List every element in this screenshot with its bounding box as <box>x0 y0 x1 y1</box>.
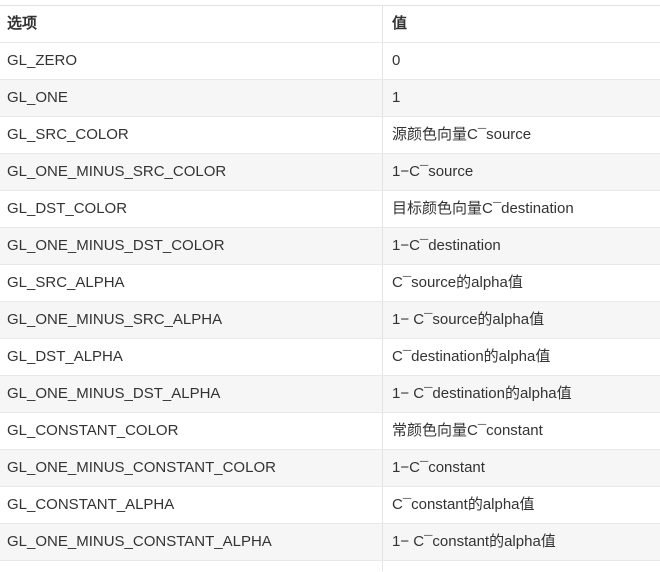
option-cell: GL_ONE_MINUS_CONSTANT_COLOR <box>0 450 383 486</box>
option-cell: GL_ONE_MINUS_DST_COLOR <box>0 228 383 264</box>
table-row: GL_ZERO 0 <box>0 43 660 80</box>
value-cell: 1− C¯constant的alpha值 <box>392 533 556 550</box>
table-row: GL_ONE_MINUS_SRC_ALPHA 1− C¯source的alpha值 <box>0 302 660 339</box>
blend-factor-table: 选项 值 GL_ZERO 0 GL_ONE 1 GL_SRC_COLOR 源颜色向量C¯s… <box>0 5 660 571</box>
value-cell: C¯constant的alpha值 <box>392 496 535 513</box>
table-header-row: 选项 值 <box>0 6 660 43</box>
option-cell: GL_DST_COLOR <box>0 191 383 227</box>
option-cell: GL_CONSTANT_ALPHA <box>0 487 383 523</box>
table-row: GL_CONSTANT_ALPHA C¯constant的alpha值 <box>0 487 660 524</box>
option-cell: GL_DST_ALPHA <box>0 339 383 375</box>
option-cell: GL_SRC_ALPHA <box>0 265 383 301</box>
value-cell: 1− C¯source的alpha值 <box>392 311 545 328</box>
table-tail <box>0 561 660 571</box>
option-cell: GL_ZERO <box>0 43 383 79</box>
table-row: GL_ONE_MINUS_SRC_COLOR 1−C¯source <box>0 154 660 191</box>
table-row: GL_ONE 1 <box>0 80 660 117</box>
value-cell: 1 <box>392 89 401 106</box>
table-row: GL_ONE_MINUS_CONSTANT_COLOR 1−C¯constant <box>0 450 660 487</box>
table-row: GL_DST_ALPHA C¯destination的alpha值 <box>0 339 660 376</box>
value-cell: 常颜色向量C¯constant <box>392 422 543 439</box>
value-cell: 1− C¯destination的alpha值 <box>392 385 572 402</box>
option-cell: GL_SRC_COLOR <box>0 117 383 153</box>
value-cell: 源颜色向量C¯source <box>392 126 532 143</box>
header-option: 选项 <box>0 6 383 42</box>
value-cell: C¯destination的alpha值 <box>392 348 551 365</box>
value-cell: 0 <box>392 52 401 69</box>
option-cell: GL_ONE <box>0 80 383 116</box>
table-row: GL_ONE_MINUS_CONSTANT_ALPHA 1− C¯constant… <box>0 524 660 561</box>
value-cell: 1−C¯constant <box>392 459 485 476</box>
value-cell: 1−C¯source <box>392 163 474 180</box>
table-row: GL_DST_COLOR 目标颜色向量C¯destination <box>0 191 660 228</box>
option-cell: GL_CONSTANT_COLOR <box>0 413 383 449</box>
table-row: GL_SRC_COLOR 源颜色向量C¯source <box>0 117 660 154</box>
value-cell: 目标颜色向量C¯destination <box>392 200 574 217</box>
value-cell: C¯source的alpha值 <box>392 274 523 291</box>
value-cell: 1−C¯destination <box>392 237 501 254</box>
option-cell: GL_ONE_MINUS_SRC_ALPHA <box>0 302 383 338</box>
option-cell: GL_ONE_MINUS_SRC_COLOR <box>0 154 383 190</box>
table-body: GL_ZERO 0 GL_ONE 1 GL_SRC_COLOR 源颜色向量C¯source… <box>0 43 660 561</box>
option-cell: GL_ONE_MINUS_DST_ALPHA <box>0 376 383 412</box>
table-row: GL_CONSTANT_COLOR 常颜色向量C¯constant <box>0 413 660 450</box>
option-cell: GL_ONE_MINUS_CONSTANT_ALPHA <box>0 524 383 560</box>
table-row: GL_ONE_MINUS_DST_ALPHA 1− C¯destination的a… <box>0 376 660 413</box>
table-row: GL_SRC_ALPHA C¯source的alpha值 <box>0 265 660 302</box>
header-value: 值 <box>392 15 408 32</box>
table-row: GL_ONE_MINUS_DST_COLOR 1−C¯destination <box>0 228 660 265</box>
